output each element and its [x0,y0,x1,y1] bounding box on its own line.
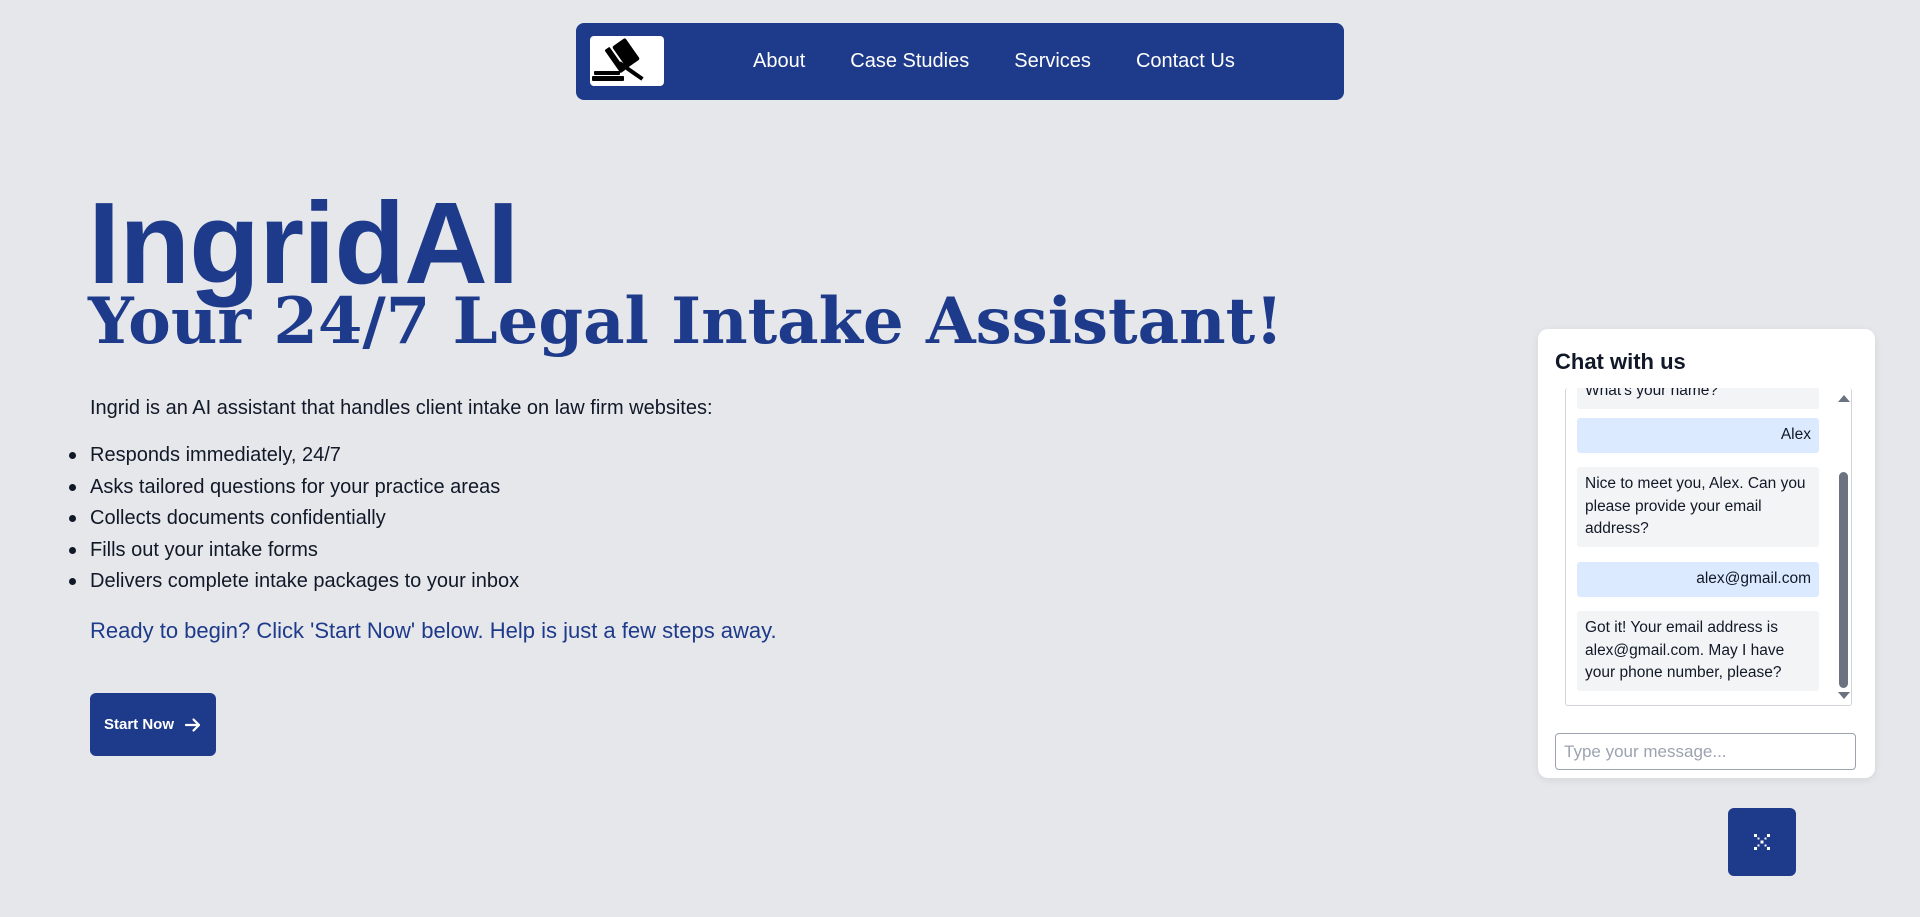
nav-links: About Case Studies Services Contact Us [753,23,1280,100]
chat-panel: Chat with us What's your name? Alex Nice… [1538,329,1875,778]
top-navbar: About Case Studies Services Contact Us [576,23,1344,100]
nav-link-case-studies[interactable]: Case Studies [850,50,969,73]
chat-sparkle-icon [1754,834,1770,850]
feature-item: Fills out your intake forms [68,535,519,567]
feature-item: Responds immediately, 24/7 [68,440,519,472]
nav-link-services[interactable]: Services [1014,50,1091,73]
bot-message: What's your name? [1577,388,1819,409]
cta-text: Ready to begin? Click 'Start Now' below.… [90,618,777,643]
chat-message-log[interactable]: What's your name? Alex Nice to meet you,… [1565,388,1852,706]
nav-link-contact-us[interactable]: Contact Us [1136,50,1235,73]
feature-item: Delivers complete intake packages to you… [68,566,519,598]
chat-title: Chat with us [1555,349,1686,374]
nav-link-about[interactable]: About [753,50,805,73]
start-now-button[interactable]: Start Now [90,693,216,756]
bot-message: Nice to meet you, Alex. Can you please p… [1577,467,1819,547]
intro-text: Ingrid is an AI assistant that handles c… [90,397,713,419]
feature-item: Asks tailored questions for your practic… [68,472,519,504]
user-message: Alex [1577,418,1819,453]
user-message: alex@gmail.com [1577,562,1819,597]
chat-message-input[interactable] [1555,733,1856,770]
scroll-thumb[interactable] [1839,472,1848,688]
chat-toggle-button[interactable] [1728,808,1796,876]
bot-message: Got it! Your email address is alex@gmail… [1577,611,1819,691]
scroll-up-arrow-icon[interactable] [1838,395,1850,402]
feature-list: Responds immediately, 24/7 Asks tailored… [68,440,519,598]
chat-scrollbar[interactable] [1835,388,1851,705]
hero-subtitle: Your 24/7 Legal Intake Assistant! [88,284,1284,359]
scroll-down-arrow-icon[interactable] [1838,692,1850,699]
start-now-label: Start Now [103,716,174,733]
gavel-logo-icon[interactable] [590,36,664,86]
arrow-right-icon [184,717,201,732]
feature-item: Collects documents confidentially [68,503,519,535]
